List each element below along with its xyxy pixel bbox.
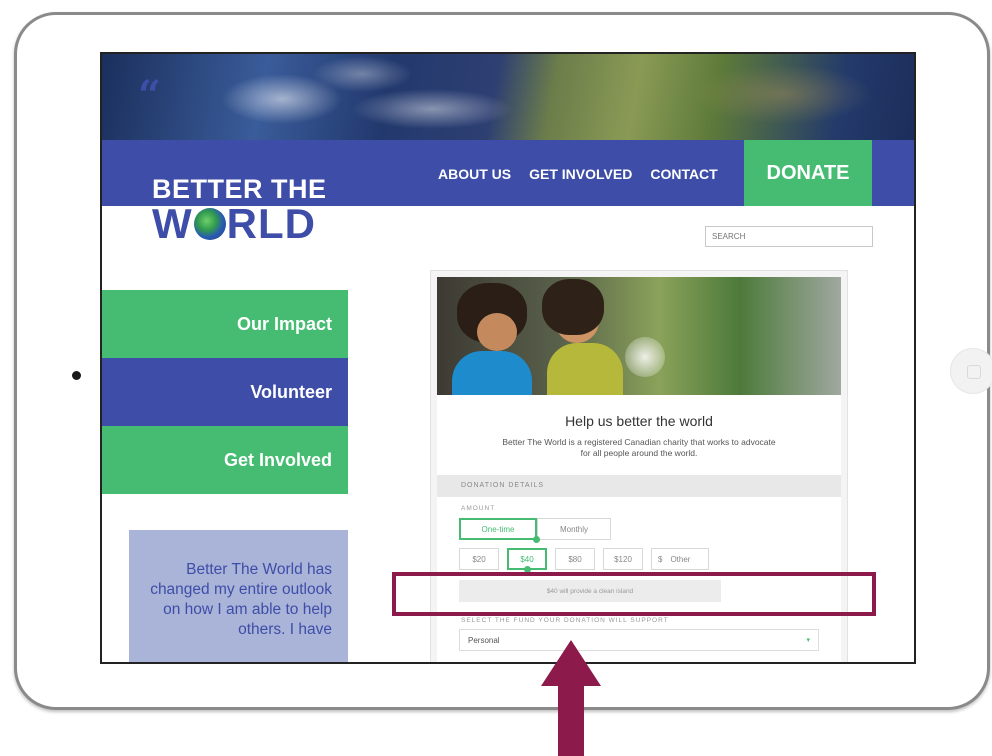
other-currency-symbol: $ xyxy=(658,554,663,564)
amount-40-button[interactable]: $40 xyxy=(507,548,547,573)
other-amount-placeholder: Other xyxy=(670,554,691,564)
amount-20-button[interactable]: $20 xyxy=(459,548,499,570)
nav-get-involved[interactable]: GET INVOLVED xyxy=(529,166,632,182)
earth-banner xyxy=(102,54,914,140)
sidebar-item-get-involved[interactable]: Get Involved xyxy=(102,426,348,494)
amount-80-button[interactable]: $80 xyxy=(555,548,595,570)
donation-details-header: DONATION DETAILS xyxy=(437,475,841,497)
amount-label: AMOUNT xyxy=(461,505,496,512)
donate-button[interactable]: DONATE xyxy=(744,140,872,206)
testimonial-text: Better The World has changed my entire o… xyxy=(150,561,332,638)
nav-contact[interactable]: CONTACT xyxy=(650,166,717,182)
children-photo xyxy=(437,277,841,395)
photo-child-left-face xyxy=(477,313,517,351)
photo-child-right-face xyxy=(555,299,599,343)
one-time-button[interactable]: One-time xyxy=(459,518,540,543)
search-input[interactable] xyxy=(705,226,873,247)
testimonial-quote: Better The World has changed my entire o… xyxy=(129,530,348,662)
chevron-down-icon: ▾ xyxy=(806,637,810,644)
logo[interactable]: BETTER THE W RLD xyxy=(152,174,327,247)
photo-child-left xyxy=(452,351,532,395)
nav-about-us[interactable]: ABOUT US xyxy=(438,166,511,182)
other-amount-input[interactable]: $ Other xyxy=(651,548,709,570)
logo-bottom-text: W RLD xyxy=(152,200,327,247)
tablet-mockup: BETTER THE W RLD ABOUT US GET INVOLVED C… xyxy=(0,0,992,756)
logo-letter-w: W xyxy=(152,200,193,247)
amount-options: $20 $40 $80 $120 $ Other xyxy=(459,548,709,573)
monthly-button[interactable]: Monthly xyxy=(537,518,611,540)
fund-label: SELECT THE FUND YOUR DONATION WILL SUPPO… xyxy=(461,617,669,624)
sidebar-item-our-impact[interactable]: Our Impact xyxy=(102,290,348,358)
sidebar-item-volunteer[interactable]: Volunteer xyxy=(102,358,348,426)
amount-120-button[interactable]: $120 xyxy=(603,548,643,570)
home-button[interactable] xyxy=(950,348,992,394)
pointer-arrow-head xyxy=(541,640,601,686)
amount-40-label: $40 xyxy=(520,554,534,564)
camera-dot xyxy=(72,371,81,380)
fund-select[interactable]: Personal ▾ xyxy=(459,629,819,651)
logo-letters-rld: RLD xyxy=(226,200,316,247)
donation-description: Better The World is a registered Canadia… xyxy=(502,437,776,458)
highlight-box xyxy=(392,572,876,616)
quote-icon: “ xyxy=(138,72,162,119)
main-nav: ABOUT US GET INVOLVED CONTACT xyxy=(438,166,718,182)
selected-indicator-dot xyxy=(533,536,540,543)
globe-icon xyxy=(193,208,226,240)
pointer-arrow-shaft xyxy=(558,684,584,756)
frequency-toggle: One-time Monthly xyxy=(459,518,611,543)
fund-select-value: Personal xyxy=(468,636,500,645)
photo-water-splash xyxy=(625,337,665,377)
one-time-label: One-time xyxy=(481,524,515,534)
donation-title: Help us better the world xyxy=(565,413,713,429)
photo-child-right xyxy=(547,343,623,395)
